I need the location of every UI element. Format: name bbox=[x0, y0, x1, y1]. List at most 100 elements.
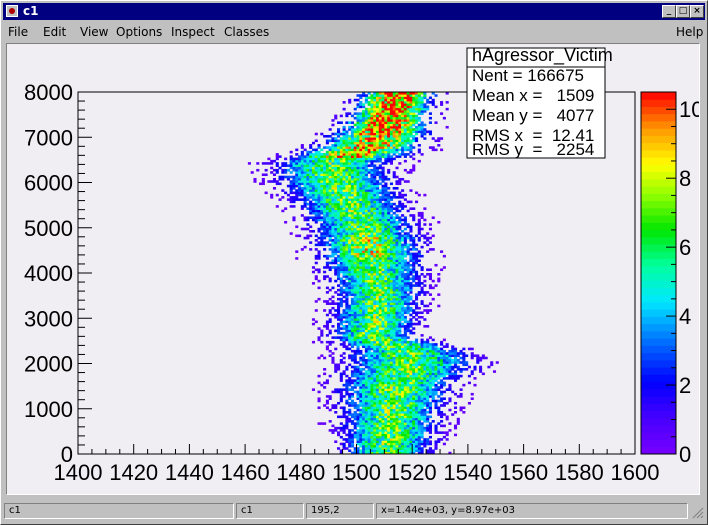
histogram-cell bbox=[398, 383, 402, 387]
histogram-cell bbox=[367, 232, 371, 235]
menu-edit[interactable]: Edit bbox=[43, 25, 66, 39]
histogram-cell bbox=[395, 381, 399, 385]
histogram-cell bbox=[387, 205, 391, 208]
histogram-cell bbox=[384, 320, 388, 324]
histogram-cell bbox=[376, 347, 380, 351]
histogram-cell bbox=[376, 270, 380, 274]
histogram-cell bbox=[339, 435, 343, 439]
histogram-cell bbox=[417, 411, 421, 414]
histogram-cell bbox=[403, 404, 407, 407]
histogram-cell bbox=[350, 214, 355, 217]
minimize-button[interactable]: _ bbox=[662, 5, 676, 18]
histogram-cell bbox=[387, 383, 391, 387]
histogram-cell bbox=[420, 300, 424, 303]
menu-options[interactable]: Options bbox=[116, 25, 162, 39]
histogram-cell bbox=[309, 168, 313, 172]
histogram-cell bbox=[331, 146, 335, 149]
histogram-cell bbox=[314, 177, 318, 181]
histogram-cell bbox=[339, 374, 343, 378]
histogram-cell bbox=[412, 239, 416, 242]
menu-help[interactable]: Help bbox=[676, 25, 703, 39]
histogram-cell bbox=[339, 377, 343, 380]
histogram-cell bbox=[300, 175, 304, 179]
histogram-cell bbox=[398, 395, 402, 398]
histogram-cell bbox=[417, 259, 421, 262]
histogram-cell bbox=[364, 211, 368, 215]
histogram-cell bbox=[403, 329, 407, 333]
histogram-cell bbox=[364, 182, 368, 186]
histogram-cell bbox=[342, 198, 346, 201]
histogram-cell bbox=[359, 146, 363, 149]
histogram-cell bbox=[395, 413, 399, 416]
histogram-cell bbox=[345, 420, 349, 423]
title-bar[interactable]: c1 _ □ × bbox=[3, 3, 705, 20]
histogram-cell bbox=[381, 442, 385, 446]
histogram-cell bbox=[395, 214, 399, 217]
histogram-cell bbox=[398, 417, 402, 421]
histogram-cell bbox=[387, 155, 391, 158]
histogram-cell bbox=[348, 318, 352, 321]
histogram-cell bbox=[334, 162, 338, 165]
histogram-cell bbox=[334, 440, 338, 443]
histogram-cell bbox=[448, 397, 452, 400]
close-button[interactable]: × bbox=[690, 5, 704, 18]
histogram-cell bbox=[364, 370, 368, 373]
menu-view[interactable]: View bbox=[80, 25, 108, 39]
histogram-cell bbox=[356, 245, 360, 249]
histogram-cell bbox=[359, 132, 363, 136]
histogram-cell bbox=[376, 171, 380, 174]
histogram-cell bbox=[373, 155, 377, 158]
menu-inspect[interactable]: Inspect bbox=[171, 25, 215, 39]
histogram-cell bbox=[350, 177, 355, 181]
histogram-cell bbox=[370, 284, 374, 287]
histogram-cell bbox=[325, 261, 329, 265]
histogram-cell bbox=[378, 250, 382, 253]
histogram-cell bbox=[378, 343, 382, 346]
histogram-cell bbox=[406, 266, 410, 269]
histogram-cell bbox=[356, 227, 360, 231]
histogram-cell bbox=[362, 411, 366, 414]
histogram-cell bbox=[367, 390, 371, 394]
histogram-cell bbox=[437, 374, 441, 378]
histogram-cell bbox=[353, 390, 357, 394]
histogram-cell bbox=[426, 374, 430, 378]
histogram-cell bbox=[353, 134, 357, 138]
histogram-cell bbox=[339, 358, 343, 362]
histogram-cell bbox=[359, 168, 363, 172]
histogram-2d-plot[interactable]: 1400 1420 1440 1460 1480 1500 1520 1540 1560 1580… bbox=[7, 44, 699, 494]
menu-classes[interactable]: Classes bbox=[224, 25, 269, 39]
histogram-cell bbox=[348, 187, 352, 190]
histogram-cell bbox=[362, 225, 366, 229]
histogram-cell bbox=[376, 293, 380, 296]
histogram-cell bbox=[434, 347, 438, 351]
histogram-cell bbox=[373, 159, 377, 163]
histogram-cell bbox=[387, 239, 391, 242]
histogram-cell bbox=[381, 225, 385, 229]
histogram-cell bbox=[306, 196, 310, 199]
root-canvas[interactable]: 1400 1420 1440 1460 1480 1500 1520 1540 1560 1580… bbox=[7, 44, 699, 494]
histogram-cell bbox=[403, 234, 407, 238]
histogram-cell bbox=[398, 392, 402, 396]
histogram-cell bbox=[359, 379, 363, 382]
histogram-cell bbox=[370, 220, 374, 224]
histogram-cell bbox=[414, 415, 419, 419]
histogram-cell bbox=[342, 166, 346, 170]
histogram-cell bbox=[384, 388, 388, 391]
histogram-cell bbox=[437, 395, 441, 398]
histogram-cell bbox=[337, 241, 341, 244]
histogram-cell bbox=[348, 435, 352, 439]
histogram-cell bbox=[300, 248, 304, 251]
histogram-cell bbox=[389, 435, 393, 439]
histogram-cell bbox=[451, 372, 455, 376]
histogram-cell bbox=[412, 270, 416, 274]
histogram-cell bbox=[348, 279, 352, 283]
histogram-cell bbox=[348, 392, 352, 396]
histogram-cell bbox=[495, 361, 499, 364]
histogram-cell bbox=[348, 191, 352, 195]
menu-file[interactable]: File bbox=[8, 25, 28, 39]
maximize-button[interactable]: □ bbox=[676, 5, 690, 18]
histogram-cell bbox=[292, 191, 296, 195]
histogram-cell bbox=[309, 180, 313, 183]
histogram-cell bbox=[367, 182, 371, 186]
histogram-cell bbox=[381, 395, 385, 398]
